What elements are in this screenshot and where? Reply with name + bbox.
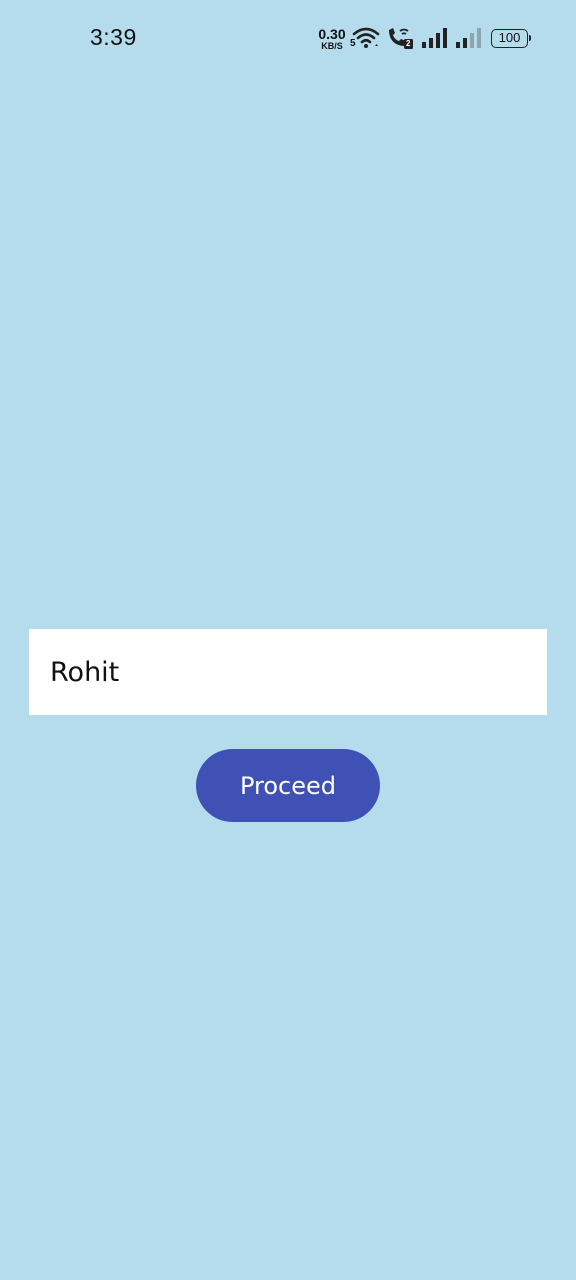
- proceed-button[interactable]: Proceed: [196, 749, 380, 822]
- battery-icon: 100: [491, 29, 531, 48]
- sim-badge: 2: [406, 39, 411, 48]
- signal-icon-secondary: [455, 27, 483, 54]
- network-speed: 0.30 KB/S: [314, 27, 350, 51]
- wifi-band-badge: 5: [350, 38, 356, 49]
- status-time: 3:39: [90, 24, 137, 50]
- wifi-calling-icon: 2: [385, 26, 415, 55]
- signal-icon: [421, 27, 449, 54]
- wifi-icon: 5: [350, 26, 381, 55]
- status-bar: 3:39 0.30 KB/S 5 2 100: [0, 0, 576, 78]
- network-speed-value: 0.30: [318, 26, 346, 42]
- network-speed-unit: KB/S: [321, 41, 343, 51]
- name-input[interactable]: [29, 629, 547, 715]
